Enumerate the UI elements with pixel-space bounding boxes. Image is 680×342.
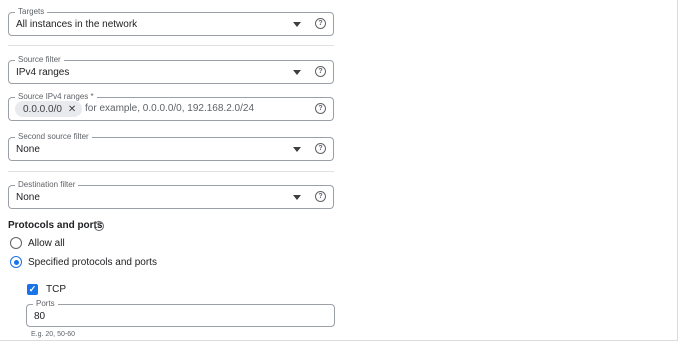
- radio-label: Allow all: [28, 237, 65, 249]
- source-ranges-input[interactable]: Source IPv4 ranges * 0.0.0.0/0 ✕ for exa…: [8, 91, 334, 121]
- tcp-checkbox-row[interactable]: ✓ TCP: [27, 284, 66, 295]
- ip-range-chip: 0.0.0.0/0 ✕: [15, 101, 83, 117]
- source-ranges-placeholder: for example, 0.0.0.0/0, 192.168.2.0/24: [85, 103, 255, 114]
- close-icon[interactable]: ✕: [68, 104, 76, 115]
- second-source-filter-select[interactable]: Second source filter None ?: [8, 131, 334, 161]
- ports-value: 80: [34, 311, 46, 322]
- checkmark-icon[interactable]: ✓: [27, 284, 38, 295]
- help-icon[interactable]: ?: [315, 103, 326, 114]
- divider: [8, 45, 334, 46]
- destination-filter-select[interactable]: Destination filter None ?: [8, 179, 334, 209]
- targets-value: All instances in the network: [16, 19, 138, 30]
- radio-label: Specified protocols and ports: [28, 256, 157, 268]
- chevron-down-icon[interactable]: [293, 147, 301, 152]
- help-icon[interactable]: ?: [315, 191, 326, 202]
- radio-allow-all[interactable]: Allow all: [10, 237, 65, 249]
- protocols-title: Protocols and ports: [8, 220, 103, 231]
- chevron-down-icon[interactable]: [293, 195, 301, 200]
- source-filter-value: IPv4 ranges: [16, 67, 70, 78]
- tcp-label: TCP: [46, 284, 66, 295]
- radio-button[interactable]: [10, 237, 22, 249]
- ports-label: Ports: [33, 298, 58, 309]
- help-icon[interactable]: ?: [315, 66, 326, 77]
- source-filter-select[interactable]: Source filter IPv4 ranges ?: [8, 54, 334, 84]
- destination-filter-label: Destination filter: [15, 179, 79, 190]
- ports-input[interactable]: Ports 80: [26, 298, 335, 327]
- help-icon[interactable]: ?: [315, 18, 326, 29]
- ports-hint: E.g. 20, 50-60: [31, 331, 75, 338]
- source-filter-label: Source filter: [15, 54, 64, 65]
- help-icon[interactable]: ?: [94, 221, 104, 231]
- divider: [8, 171, 334, 172]
- second-source-filter-label: Second source filter: [15, 131, 92, 142]
- chevron-down-icon[interactable]: [293, 70, 301, 75]
- targets-label: Targets: [15, 6, 48, 17]
- destination-filter-value: None: [16, 192, 40, 203]
- targets-select[interactable]: Targets All instances in the network ?: [8, 6, 334, 36]
- second-source-filter-value: None: [16, 144, 40, 155]
- radio-specified[interactable]: Specified protocols and ports: [10, 256, 157, 268]
- radio-button[interactable]: [10, 256, 22, 268]
- help-icon[interactable]: ?: [315, 143, 326, 154]
- chevron-down-icon[interactable]: [293, 22, 301, 27]
- chip-label: 0.0.0.0/0: [23, 103, 62, 115]
